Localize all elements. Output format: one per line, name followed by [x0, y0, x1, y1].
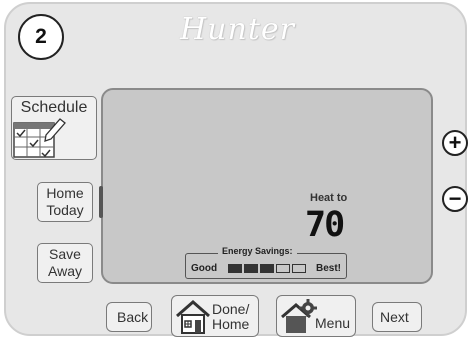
done-label-line2: Home — [212, 316, 250, 332]
energy-savings-meter: Energy Savings: Good Best! — [185, 246, 347, 279]
setpoint-temperature: 70 — [305, 205, 345, 245]
house-icon — [176, 300, 210, 334]
savings-segment — [276, 264, 290, 273]
minus-icon: − — [448, 186, 462, 211]
house-gear-icon — [281, 299, 317, 333]
done-home-button[interactable]: Done/ Home — [171, 295, 259, 337]
decrease-temp-button[interactable]: − — [442, 186, 468, 212]
home-today-button[interactable]: Home Today — [37, 182, 93, 222]
schedule-label: Schedule — [20, 99, 88, 116]
savings-segment — [228, 264, 242, 273]
next-label: Next — [380, 309, 409, 325]
next-button[interactable]: Next — [372, 302, 422, 332]
energy-savings-best-label: Best! — [315, 263, 341, 274]
save-away-button[interactable]: Save Away — [37, 243, 93, 283]
active-indicator — [99, 186, 103, 218]
schedule-button[interactable]: Schedule — [11, 96, 97, 160]
save-away-label-line1: Save — [49, 246, 81, 262]
energy-savings-title: Energy Savings: — [218, 246, 297, 256]
calendar-pencil-icon — [13, 118, 66, 158]
increase-temp-button[interactable]: + — [442, 130, 468, 156]
menu-button[interactable]: Menu — [276, 295, 356, 337]
done-home-label: Done/ Home — [212, 302, 249, 332]
back-button[interactable]: Back — [106, 302, 152, 332]
heat-to-label: Heat to — [310, 192, 348, 204]
savings-segment — [260, 264, 274, 273]
energy-savings-good-label: Good — [191, 263, 218, 274]
savings-segment — [292, 264, 306, 273]
home-today-label-line1: Home — [46, 185, 84, 201]
done-label-line1: Done/ — [212, 301, 250, 317]
menu-label: Menu — [315, 315, 351, 331]
savings-segment — [244, 264, 258, 273]
save-away-label-line2: Away — [48, 263, 82, 279]
brand-logo: Hunter — [180, 12, 295, 47]
plus-icon: + — [448, 130, 462, 155]
home-today-label-line2: Today — [46, 202, 84, 218]
back-label: Back — [117, 309, 149, 325]
